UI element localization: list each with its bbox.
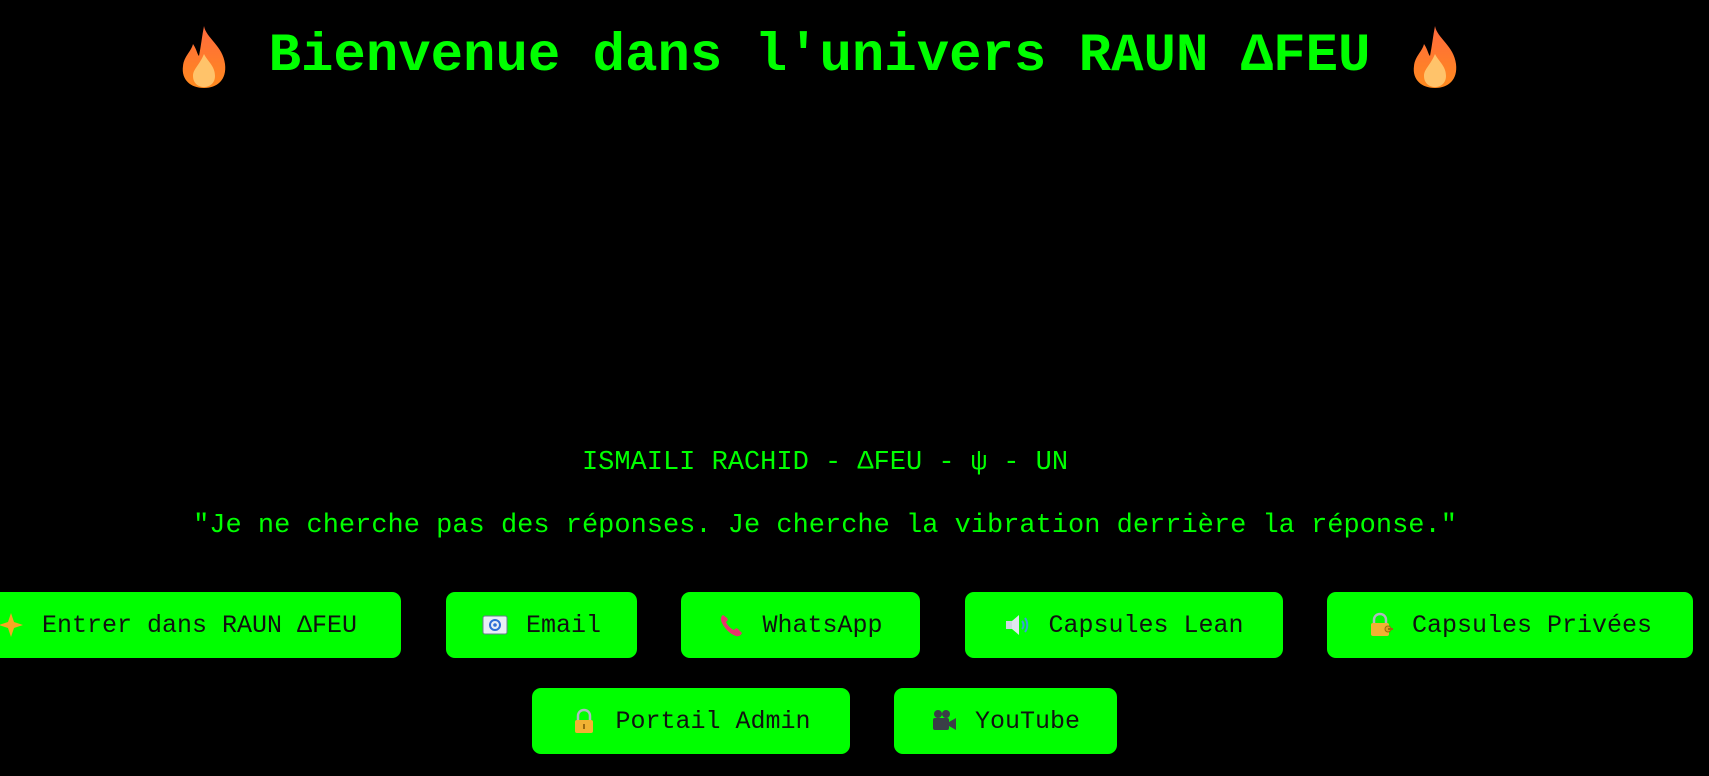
capsules-lean-button[interactable]: Capsules Lean [965, 592, 1283, 658]
portail-admin-button[interactable]: Portail Admin [532, 688, 850, 754]
author-line: ISMAILI RACHID - ΔFEU - ψ - UN [581, 448, 1069, 478]
header: Bienvenue dans l'univers RAUN ΔFEU [0, 14, 1709, 100]
phone-icon [718, 612, 744, 638]
page-title: Bienvenue dans l'univers RAUN ΔFEU [268, 26, 1371, 87]
portail-admin-label: Portail Admin [615, 706, 811, 736]
sparkle-icon [0, 612, 24, 638]
page: Bienvenue dans l'univers RAUN ΔFEU ISMAI… [0, 0, 1709, 776]
video-camera-icon [931, 708, 957, 734]
email-label: Email [525, 610, 601, 640]
enter-raun-button[interactable]: Entrer dans RAUN ΔFEU [0, 592, 401, 658]
quote: "Je ne cherche pas des réponses. Je cher… [193, 511, 1457, 541]
capsules-privees-button[interactable]: Capsules Privées [1327, 592, 1693, 658]
lock-key-icon [1368, 612, 1394, 638]
lock-icon [571, 708, 597, 734]
email-button[interactable]: Email [446, 592, 637, 658]
flame-icon [1406, 24, 1464, 90]
capsules-privees-label: Capsules Privées [1411, 610, 1653, 640]
enter-raun-label: Entrer dans RAUN ΔFEU [42, 610, 358, 640]
flame-icon [175, 24, 233, 90]
speaker-icon [1004, 612, 1030, 638]
header-inner: Bienvenue dans l'univers RAUN ΔFEU [175, 14, 1465, 100]
youtube-label: YouTube [974, 706, 1081, 736]
youtube-button[interactable]: YouTube [894, 688, 1117, 754]
whatsapp-label: WhatsApp [762, 610, 883, 640]
email-icon [482, 612, 508, 638]
capsules-lean-label: Capsules Lean [1048, 610, 1244, 640]
whatsapp-button[interactable]: WhatsApp [681, 592, 920, 658]
